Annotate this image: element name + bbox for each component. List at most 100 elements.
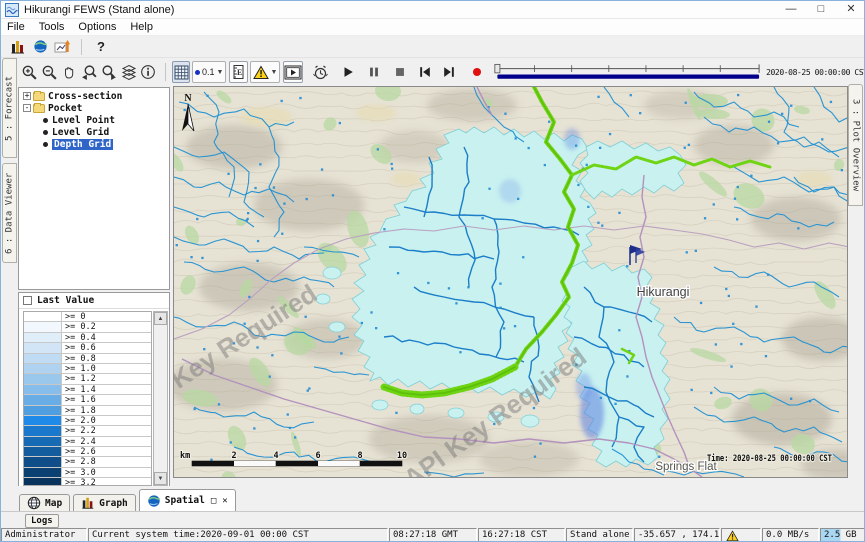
minimize-button[interactable]: — bbox=[776, 1, 806, 19]
legend-row[interactable]: >= 1.4 bbox=[24, 385, 151, 395]
legend-row[interactable]: >= 0 bbox=[24, 312, 151, 322]
zoom-previous-button[interactable] bbox=[80, 61, 98, 83]
sidebar-tab-data-viewer[interactable]: 6 : Data Viewer bbox=[2, 163, 17, 263]
help-button[interactable]: ? bbox=[90, 37, 112, 57]
globe-icon[interactable] bbox=[29, 37, 51, 57]
folder-icon bbox=[33, 104, 45, 113]
statistics-icon[interactable] bbox=[7, 37, 29, 57]
tree-expander-icon[interactable]: - bbox=[23, 104, 31, 112]
maximize-button[interactable]: □ bbox=[806, 1, 836, 19]
legend-panel: Last Value >= 0>= 0.2>= 0.4>= 0.6>= 0.8>… bbox=[18, 292, 170, 488]
sidebar-tab-forecast[interactable]: 5 : Forecast bbox=[2, 58, 17, 158]
menu-options[interactable]: Options bbox=[78, 21, 116, 33]
tab-spatial[interactable]: Spatial □ ✕ bbox=[139, 489, 236, 511]
legend-row[interactable]: >= 2.8 bbox=[24, 457, 151, 467]
grid-display-button[interactable] bbox=[172, 61, 190, 83]
play-button[interactable] bbox=[339, 61, 357, 83]
record-button[interactable] bbox=[468, 61, 486, 83]
main-toolbar: ? bbox=[1, 36, 865, 58]
info-button[interactable] bbox=[139, 61, 157, 83]
map-globe-icon bbox=[27, 496, 41, 510]
legend-row[interactable]: >= 2.4 bbox=[24, 437, 151, 447]
legend-row[interactable]: >= 2.0 bbox=[24, 416, 151, 426]
stop-button[interactable] bbox=[391, 61, 409, 83]
tree-node[interactable]: + Cross-section bbox=[19, 90, 169, 102]
legend-swatch bbox=[24, 322, 62, 331]
tree-node-label: Cross-section bbox=[48, 91, 122, 102]
zoom-in-button[interactable] bbox=[21, 61, 39, 83]
zoom-out-button[interactable] bbox=[41, 61, 59, 83]
tree-node[interactable]: -Pocket bbox=[19, 102, 169, 114]
last-value-checkbox[interactable] bbox=[23, 296, 32, 305]
legend-scrollbar[interactable]: ▲ ▼ bbox=[153, 311, 168, 486]
logs-button[interactable]: Logs bbox=[25, 514, 59, 528]
bar-chart-icon bbox=[81, 496, 95, 510]
map-canvas[interactable]: API Key Required API Key Required Hikura… bbox=[173, 86, 848, 478]
scroll-up-icon[interactable]: ▲ bbox=[154, 312, 167, 325]
label-hikurangi: Hikurangi bbox=[637, 285, 690, 299]
legend-row[interactable]: >= 1.0 bbox=[24, 364, 151, 374]
svg-text:2: 2 bbox=[231, 451, 236, 461]
menu-file[interactable]: File bbox=[7, 21, 25, 33]
legend-label: >= 1.2 bbox=[62, 374, 96, 383]
layers-button[interactable] bbox=[120, 61, 138, 83]
legend-row[interactable]: >= 3.2 bbox=[24, 478, 151, 486]
tree-node[interactable]: Level Point bbox=[19, 114, 169, 126]
legend-row[interactable]: >= 3.0 bbox=[24, 468, 151, 478]
tree-expander-icon[interactable]: + bbox=[23, 92, 31, 100]
scroll-down-icon[interactable]: ▼ bbox=[154, 472, 167, 485]
legend-label: >= 2.4 bbox=[62, 437, 96, 446]
legend-label: >= 2.2 bbox=[62, 426, 96, 435]
window-title: Hikurangi FEWS (Stand alone) bbox=[24, 4, 174, 16]
status-gmt-time: 08:27:18 GMT bbox=[389, 528, 477, 542]
legend-row[interactable]: >= 1.8 bbox=[24, 406, 151, 416]
tab-graph[interactable]: Graph bbox=[73, 494, 136, 511]
zoom-next-button[interactable] bbox=[100, 61, 118, 83]
tree-node-label: Depth Grid bbox=[52, 139, 113, 150]
legend-swatch bbox=[24, 406, 62, 415]
warning-icon bbox=[726, 530, 739, 542]
status-warning-cell[interactable] bbox=[721, 528, 761, 542]
skip-to-end-button[interactable] bbox=[440, 61, 458, 83]
legend-swatch bbox=[24, 478, 62, 486]
legend-row[interactable]: >= 2.2 bbox=[24, 426, 151, 436]
tree-node[interactable]: Depth Grid bbox=[19, 138, 169, 150]
close-button[interactable]: ✕ bbox=[836, 1, 865, 19]
pause-button[interactable] bbox=[365, 61, 383, 83]
legend-swatch bbox=[24, 457, 62, 466]
legend-label: >= 0 bbox=[62, 312, 85, 321]
legend-label: >= 1.4 bbox=[62, 385, 96, 394]
legend-row[interactable]: >= 2.6 bbox=[24, 447, 151, 457]
panel-maximize-icon[interactable]: □ bbox=[211, 496, 216, 506]
status-bar: Administrator Current system time:2020-0… bbox=[1, 528, 865, 542]
legend-row[interactable]: >= 0.8 bbox=[24, 354, 151, 364]
svg-text:10: 10 bbox=[397, 451, 407, 461]
animation-settings-button[interactable] bbox=[311, 61, 329, 83]
legend-label: >= 2.8 bbox=[62, 457, 96, 466]
sidebar-tab-plot-overview[interactable]: 3 : Plot Overview bbox=[848, 84, 863, 206]
menu-help[interactable]: Help bbox=[130, 21, 153, 33]
tab-map[interactable]: Map bbox=[19, 494, 70, 511]
timeseries-dialog-icon[interactable] bbox=[51, 37, 73, 57]
tree-node[interactable]: Level Grid bbox=[19, 126, 169, 138]
status-download-rate: 0.0 MB/s bbox=[762, 528, 819, 542]
menu-tools[interactable]: Tools bbox=[39, 21, 65, 33]
pan-hand-button[interactable] bbox=[60, 61, 78, 83]
warning-overlay-dropdown[interactable]: ▼ bbox=[250, 61, 281, 83]
panel-close-icon[interactable]: ✕ bbox=[222, 496, 227, 506]
skip-to-start-button[interactable] bbox=[416, 61, 434, 83]
legend-row[interactable]: >= 1.6 bbox=[24, 395, 151, 405]
contour-threshold-dropdown[interactable]: 0.1 ▼ bbox=[192, 61, 226, 83]
legend-label: >= 2.0 bbox=[62, 416, 96, 425]
legend-row[interactable]: >= 0.2 bbox=[24, 322, 151, 332]
movie-player-button[interactable] bbox=[283, 61, 303, 83]
timeline-slider[interactable] bbox=[494, 61, 762, 83]
legend-row[interactable]: >= 0.4 bbox=[24, 333, 151, 343]
legend-row[interactable]: >= 1.2 bbox=[24, 374, 151, 384]
legend-row[interactable]: >= 0.6 bbox=[24, 343, 151, 353]
legend-label: >= 0.2 bbox=[62, 322, 96, 331]
scale-unit: km bbox=[180, 451, 190, 461]
app-icon bbox=[5, 3, 19, 17]
bullet-icon bbox=[43, 130, 48, 135]
scale-bar-button[interactable]: E bbox=[229, 61, 247, 83]
